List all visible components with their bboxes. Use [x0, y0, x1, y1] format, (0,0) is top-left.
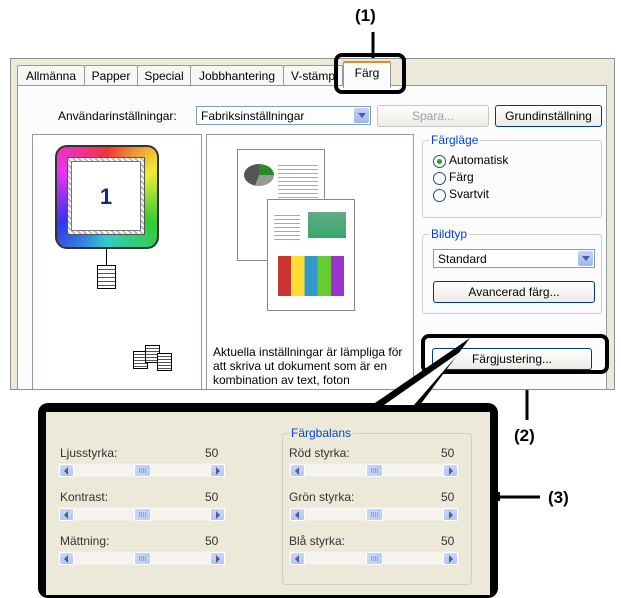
red-value: 50 [441, 446, 455, 460]
green-label: Grön styrka: [289, 490, 355, 504]
brightness-label: Ljusstyrka: [60, 446, 118, 460]
slider-thumb[interactable] [134, 552, 151, 565]
blue-label: Blå styrka: [289, 534, 346, 548]
color-balance-title: Färgbalans [289, 426, 354, 440]
contrast-slider[interactable] [58, 507, 226, 521]
slider-thumb[interactable] [134, 508, 151, 521]
brightness-slider[interactable] [58, 463, 226, 477]
scroll-right-icon[interactable] [210, 464, 225, 477]
color-balance-group: Färgbalans Röd styrka: 50 Grön styrka: 5… [282, 426, 472, 585]
blue-slider[interactable] [289, 551, 459, 565]
slider-thumb[interactable] [366, 552, 383, 565]
scroll-left-icon[interactable] [290, 464, 305, 477]
contrast-label: Kontrast: [60, 490, 109, 504]
scroll-right-icon[interactable] [443, 464, 458, 477]
tab-farg[interactable]: Färg [343, 61, 391, 88]
scroll-left-icon[interactable] [290, 508, 305, 521]
scroll-right-icon[interactable] [443, 508, 458, 521]
saturation-label: Mättning: [60, 534, 110, 548]
scroll-right-icon[interactable] [210, 552, 225, 565]
scroll-left-icon[interactable] [290, 552, 305, 565]
scroll-left-icon[interactable] [59, 508, 74, 521]
saturation-value: 50 [205, 534, 219, 548]
blue-value: 50 [441, 534, 455, 548]
green-value: 50 [441, 490, 455, 504]
scroll-left-icon[interactable] [59, 552, 74, 565]
slider-thumb[interactable] [134, 464, 151, 477]
color-adjustment-panel: Ljusstyrka: 50 Kontrast: 50 Mättning: 50… [46, 412, 490, 595]
scroll-left-icon[interactable] [59, 464, 74, 477]
saturation-slider[interactable] [58, 551, 226, 565]
scroll-right-icon[interactable] [443, 552, 458, 565]
brightness-value: 50 [205, 446, 219, 460]
red-label: Röd styrka: [289, 446, 350, 460]
slider-thumb[interactable] [366, 508, 383, 521]
contrast-value: 50 [205, 490, 219, 504]
scroll-right-icon[interactable] [210, 508, 225, 521]
red-slider[interactable] [289, 463, 459, 477]
slider-thumb[interactable] [366, 464, 383, 477]
green-slider[interactable] [289, 507, 459, 521]
